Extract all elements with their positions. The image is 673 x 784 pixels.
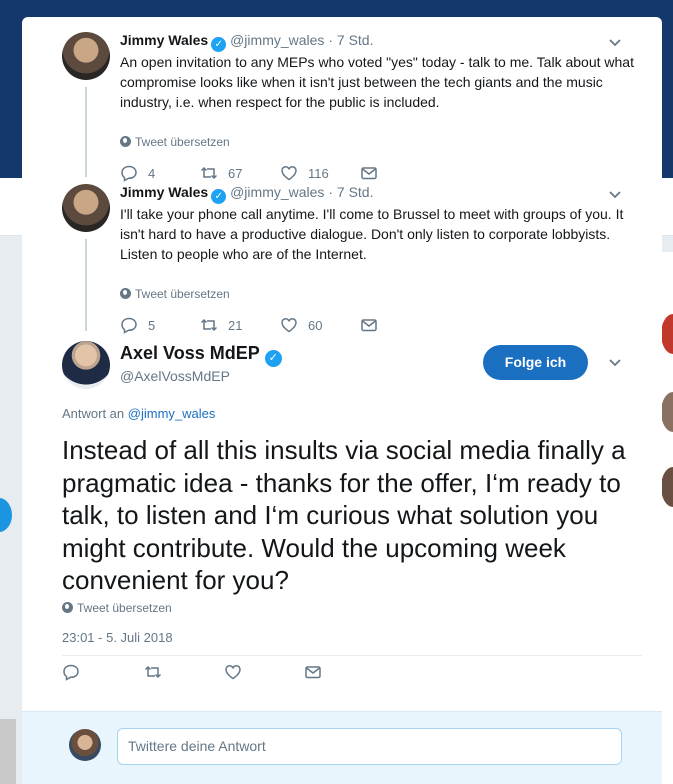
reply-icon [121,317,137,334]
separator: · [328,184,333,200]
chevron-down-icon[interactable] [608,36,622,50]
retweet-count: 67 [228,165,243,181]
message-button[interactable] [304,663,322,681]
reply-button[interactable]: 5 [120,316,155,334]
message-button[interactable] [360,164,378,182]
message-icon [361,167,377,180]
avatar[interactable] [62,32,110,80]
translate-link[interactable]: Tweet übersetzen [120,287,230,301]
reply-composer: Twittere deine Antwort [22,711,662,784]
globe-icon [120,288,131,299]
verified-icon: ✓ [211,189,227,204]
reply-icon [63,664,79,681]
tweet-time[interactable]: 7 Std. [337,32,374,48]
reply-context: Antwort an @jimmy_wales [62,406,215,421]
tweet-header: Jimmy Wales ✓ @jimmy_wales · 7 Std. [120,184,373,204]
reply-button[interactable] [62,663,80,681]
translate-label: Tweet übersetzen [135,135,230,149]
reply-button[interactable]: 4 [120,164,155,182]
retweet-button[interactable]: 67 [200,164,242,182]
main-tweet-text: Instead of all this insults via social m… [62,435,626,595]
retweet-button[interactable] [144,663,162,681]
message-button[interactable] [360,316,378,334]
retweet-icon [144,665,162,679]
reply-prefix: Antwort an [62,406,125,421]
like-count: 116 [308,165,329,181]
retweet-button[interactable]: 21 [200,316,242,334]
reply-input[interactable]: Twittere deine Antwort [117,728,622,765]
divider [62,655,642,656]
message-icon [361,319,377,332]
background-avatar [661,314,673,354]
like-button[interactable]: 116 [280,164,329,182]
background-avatar [661,392,673,432]
tweet-text: I'll take your phone call anytime. I'll … [120,206,624,262]
chevron-down-icon[interactable] [608,188,622,202]
translate-label: Tweet übersetzen [135,287,230,301]
main-author-handle[interactable]: @AxelVossMdEP [120,368,230,384]
like-icon [225,665,241,680]
like-icon [281,166,297,181]
main-author-name[interactable]: Axel Voss MdEP [120,343,260,363]
retweet-count: 21 [228,317,243,333]
like-button[interactable] [224,663,242,681]
translate-label: Tweet übersetzen [77,601,172,615]
translate-link[interactable]: Tweet übersetzen [120,135,230,149]
verified-icon: ✓ [264,350,282,367]
background-card [0,719,16,784]
reply-icon [121,165,137,182]
reply-count: 5 [148,317,156,333]
background-button [0,498,12,532]
like-count: 60 [308,317,323,333]
author-name[interactable]: Jimmy Wales [120,32,208,48]
tweet-timestamp[interactable]: 23:01 - 5. Juli 2018 [62,630,173,645]
like-button[interactable]: 60 [280,316,322,334]
globe-icon [62,602,73,613]
background-left-column [0,236,22,784]
main-author[interactable]: Axel Voss MdEP ✓ [120,343,282,367]
retweet-icon [200,166,218,180]
reply-to-link[interactable]: @jimmy_wales [128,406,216,421]
translate-link[interactable]: Tweet übersetzen [62,601,172,615]
avatar[interactable] [62,184,110,232]
tweet-header: Jimmy Wales ✓ @jimmy_wales · 7 Std. [120,32,373,52]
message-icon [305,666,321,679]
verified-icon: ✓ [211,37,227,52]
globe-icon [120,136,131,147]
follow-button[interactable]: Folge ich [483,345,588,380]
author-name[interactable]: Jimmy Wales [120,184,208,200]
main-avatar[interactable] [62,341,110,389]
like-icon [281,318,297,333]
retweet-icon [200,318,218,332]
author-handle[interactable]: @jimmy_wales [230,184,324,200]
author-handle[interactable]: @jimmy_wales [230,32,324,48]
tweet-time[interactable]: 7 Std. [337,184,374,200]
thread-connector [85,87,87,177]
main-tweet-actions [62,663,362,683]
thread-connector [85,239,87,331]
tweet-modal: Jimmy Wales ✓ @jimmy_wales · 7 Std. An op… [22,17,662,784]
chevron-down-icon[interactable] [608,356,622,370]
separator: · [328,32,333,48]
background-avatar [661,467,673,507]
tweet-text: An open invitation to any MEPs who voted… [120,54,634,110]
reply-count: 4 [148,165,156,181]
user-avatar[interactable] [69,729,101,761]
